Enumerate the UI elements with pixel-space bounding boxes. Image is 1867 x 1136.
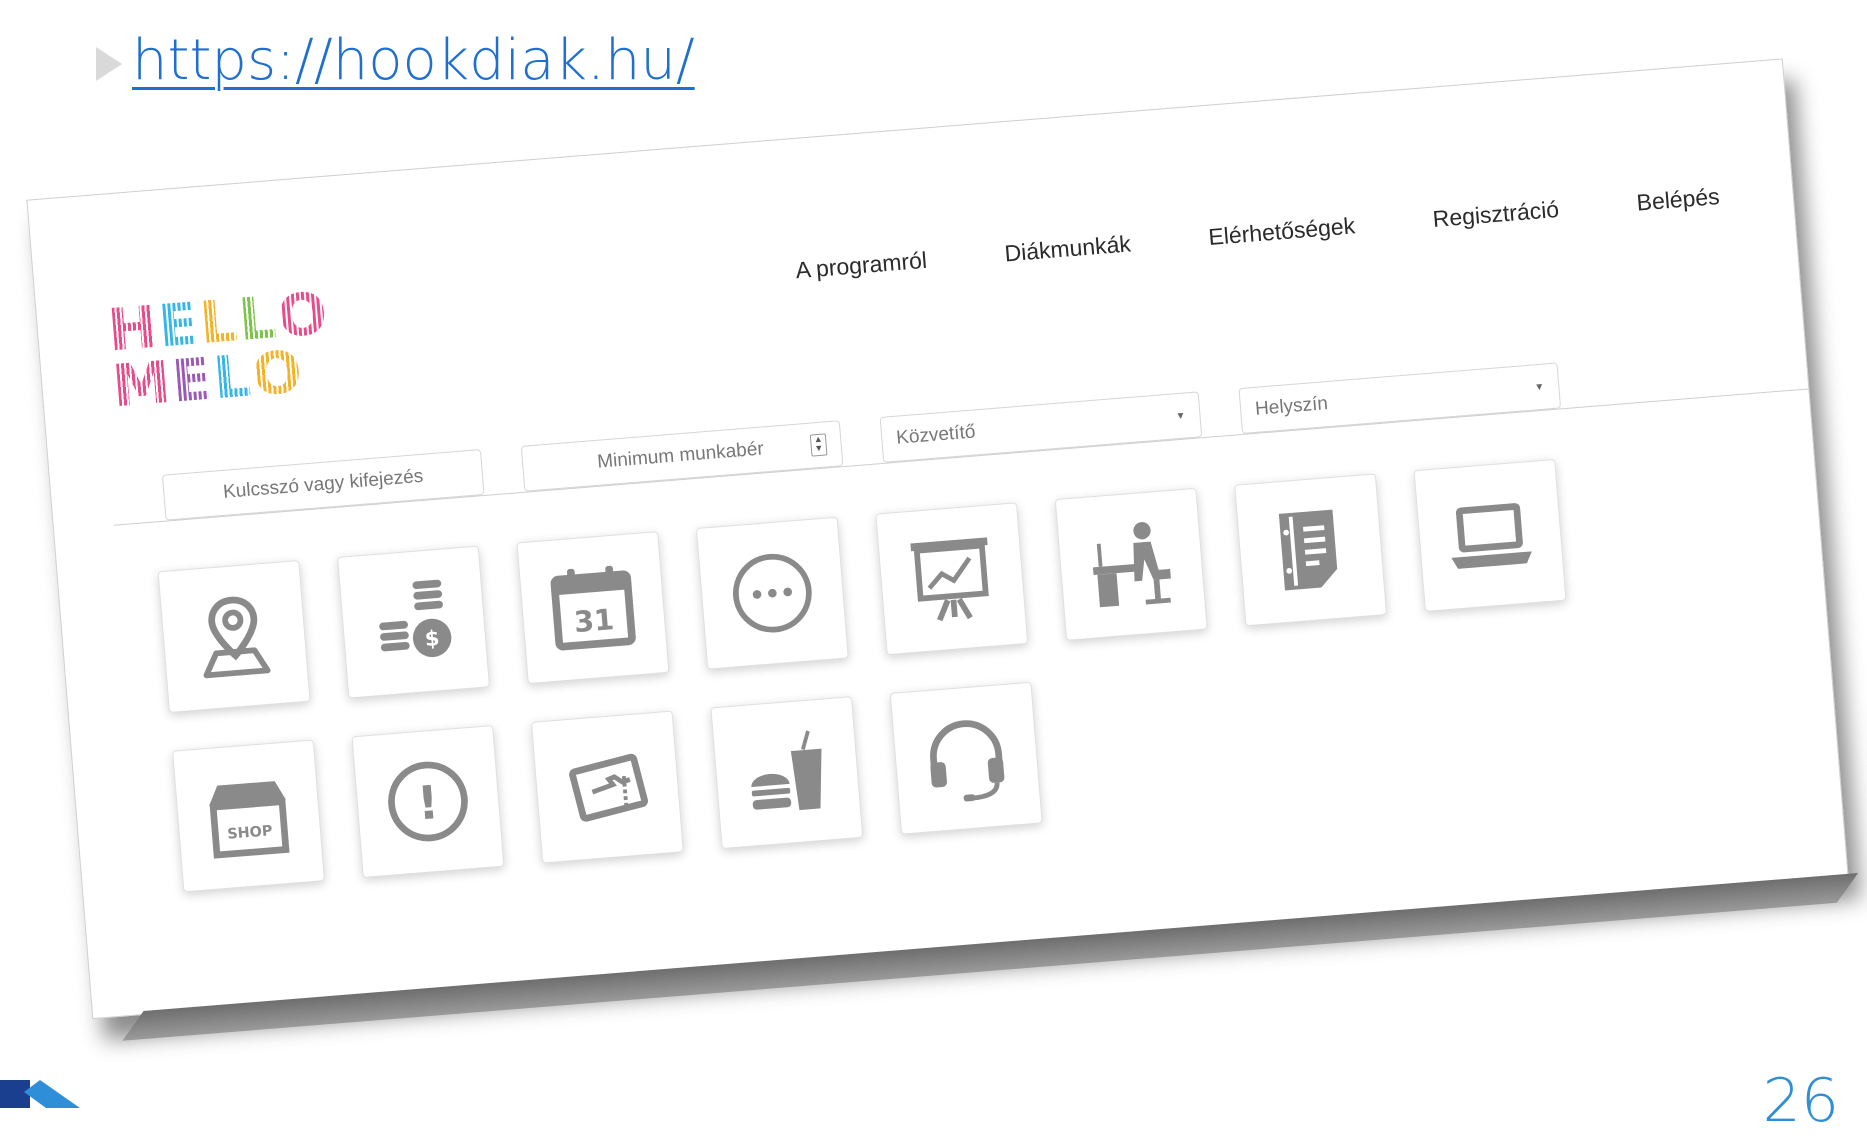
- map-pin-icon: [203, 596, 271, 679]
- location-select[interactable]: Helyszín ▼: [1238, 362, 1562, 434]
- category-tile-location[interactable]: [157, 560, 311, 713]
- stepper-icon[interactable]: ▲ ▼: [809, 433, 828, 457]
- category-tile-customer-service[interactable]: [889, 681, 1043, 835]
- category-tile-travel[interactable]: [530, 710, 684, 864]
- nav-item-contacts[interactable]: Elérhetőségek: [1207, 212, 1356, 251]
- page-number: 26: [1762, 1066, 1839, 1136]
- nav-item-login[interactable]: Belépés: [1636, 183, 1721, 217]
- svg-text:$: $: [424, 625, 441, 651]
- category-tile-shop[interactable]: SHOP: [172, 739, 326, 893]
- svg-text:!: !: [415, 775, 440, 831]
- chevron-down-icon: ▼: [1175, 410, 1186, 422]
- coins-icon: $: [379, 579, 452, 658]
- slide-corner-logo: [0, 1080, 80, 1108]
- category-tile-office[interactable]: [1054, 487, 1208, 641]
- website-page: H E L L O M E L O A programról Diákmunká…: [26, 58, 1849, 1020]
- category-tile-other[interactable]: [695, 516, 849, 670]
- fast-food-icon: [751, 730, 822, 811]
- nav-item-about[interactable]: A programról: [795, 247, 928, 284]
- min-wage-input[interactable]: Minimum munkabér ▲ ▼: [520, 420, 844, 492]
- category-tile-admin[interactable]: [1234, 473, 1388, 627]
- document-icon: [1278, 509, 1338, 591]
- chevron-down-icon: ▼: [1533, 381, 1545, 393]
- category-tile-alert[interactable]: !: [351, 725, 505, 878]
- category-tile-it[interactable]: [1413, 458, 1567, 612]
- laptop-icon: [1451, 503, 1532, 569]
- website-screenshot: H E L L O M E L O A programról Diákmunká…: [20, 0, 1867, 1041]
- category-tile-salary[interactable]: $: [337, 545, 490, 699]
- ticket-icon: [569, 753, 648, 822]
- logo-row-melo: M E L O: [109, 337, 305, 421]
- category-tile-schedule[interactable]: 31: [516, 531, 670, 685]
- nav-item-register[interactable]: Regisztráció: [1432, 196, 1560, 233]
- hello-melo-logo[interactable]: H E L L O M E L O: [105, 279, 329, 421]
- category-tile-marketing[interactable]: [875, 502, 1029, 656]
- keyword-input[interactable]: Kulcsszó vagy kifejezés: [161, 449, 485, 521]
- main-nav: A programról Diákmunkák Elérhetőségek Re…: [795, 183, 1721, 284]
- headset-icon: [930, 720, 1005, 802]
- agency-select[interactable]: Közvetítő ▼: [879, 391, 1203, 463]
- more-dots-icon: [733, 553, 812, 633]
- shop-icon: SHOP: [209, 781, 290, 859]
- category-tile-food[interactable]: [710, 696, 864, 850]
- alert-icon: !: [388, 761, 468, 842]
- calendar-icon: 31: [550, 565, 636, 651]
- office-worker-icon: [1092, 522, 1171, 608]
- nav-item-jobs[interactable]: Diákmunkák: [1004, 230, 1132, 267]
- bullet-triangle-icon: [96, 46, 122, 81]
- presentation-chart-icon: [910, 537, 989, 622]
- svg-text:31: 31: [573, 602, 616, 639]
- svg-text:SHOP: SHOP: [227, 823, 273, 843]
